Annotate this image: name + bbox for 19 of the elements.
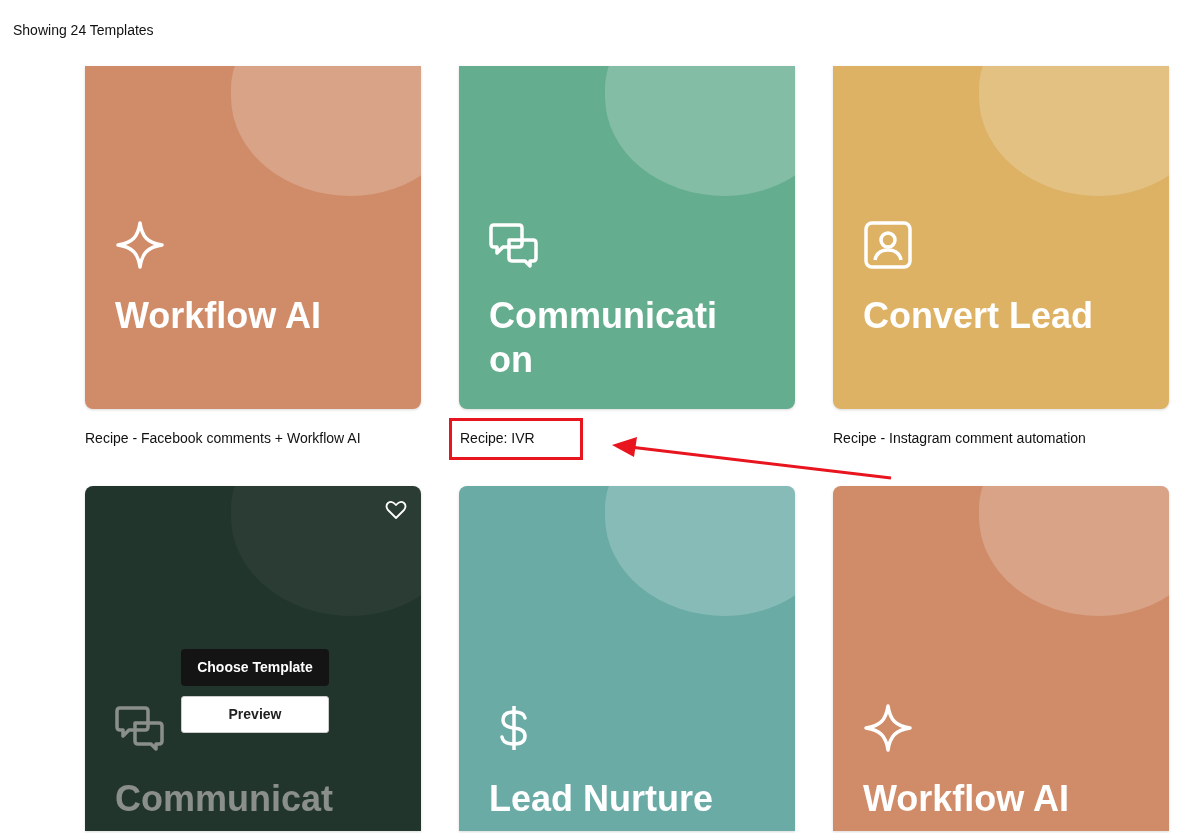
template-card[interactable]: Choose Template Preview Communicat xyxy=(85,486,421,831)
template-name[interactable]: Recipe - Instagram comment automation xyxy=(833,429,1169,447)
template-title: Communication xyxy=(489,294,719,382)
template-title: Workflow AI xyxy=(115,294,322,338)
template-title: Convert Lead xyxy=(863,294,1095,338)
template-title: Communicat xyxy=(115,777,335,821)
template-title: Lead Nurture xyxy=(489,777,715,821)
preview-button[interactable]: Preview xyxy=(181,696,329,733)
heart-icon[interactable] xyxy=(385,500,407,520)
chat-bubbles-icon xyxy=(489,220,539,270)
template-name[interactable]: Recipe: IVR xyxy=(449,418,583,460)
template-title: Workflow AI xyxy=(863,777,1070,821)
results-count: Showing 24 Templates xyxy=(13,22,154,38)
chat-bubbles-icon xyxy=(115,703,165,753)
choose-template-button[interactable]: Choose Template xyxy=(181,649,329,686)
contact-card-icon xyxy=(863,220,913,270)
sparkle-icon xyxy=(115,220,165,270)
sparkle-icon xyxy=(863,703,913,753)
template-name[interactable]: Recipe - Facebook comments + Workflow AI xyxy=(85,429,421,447)
